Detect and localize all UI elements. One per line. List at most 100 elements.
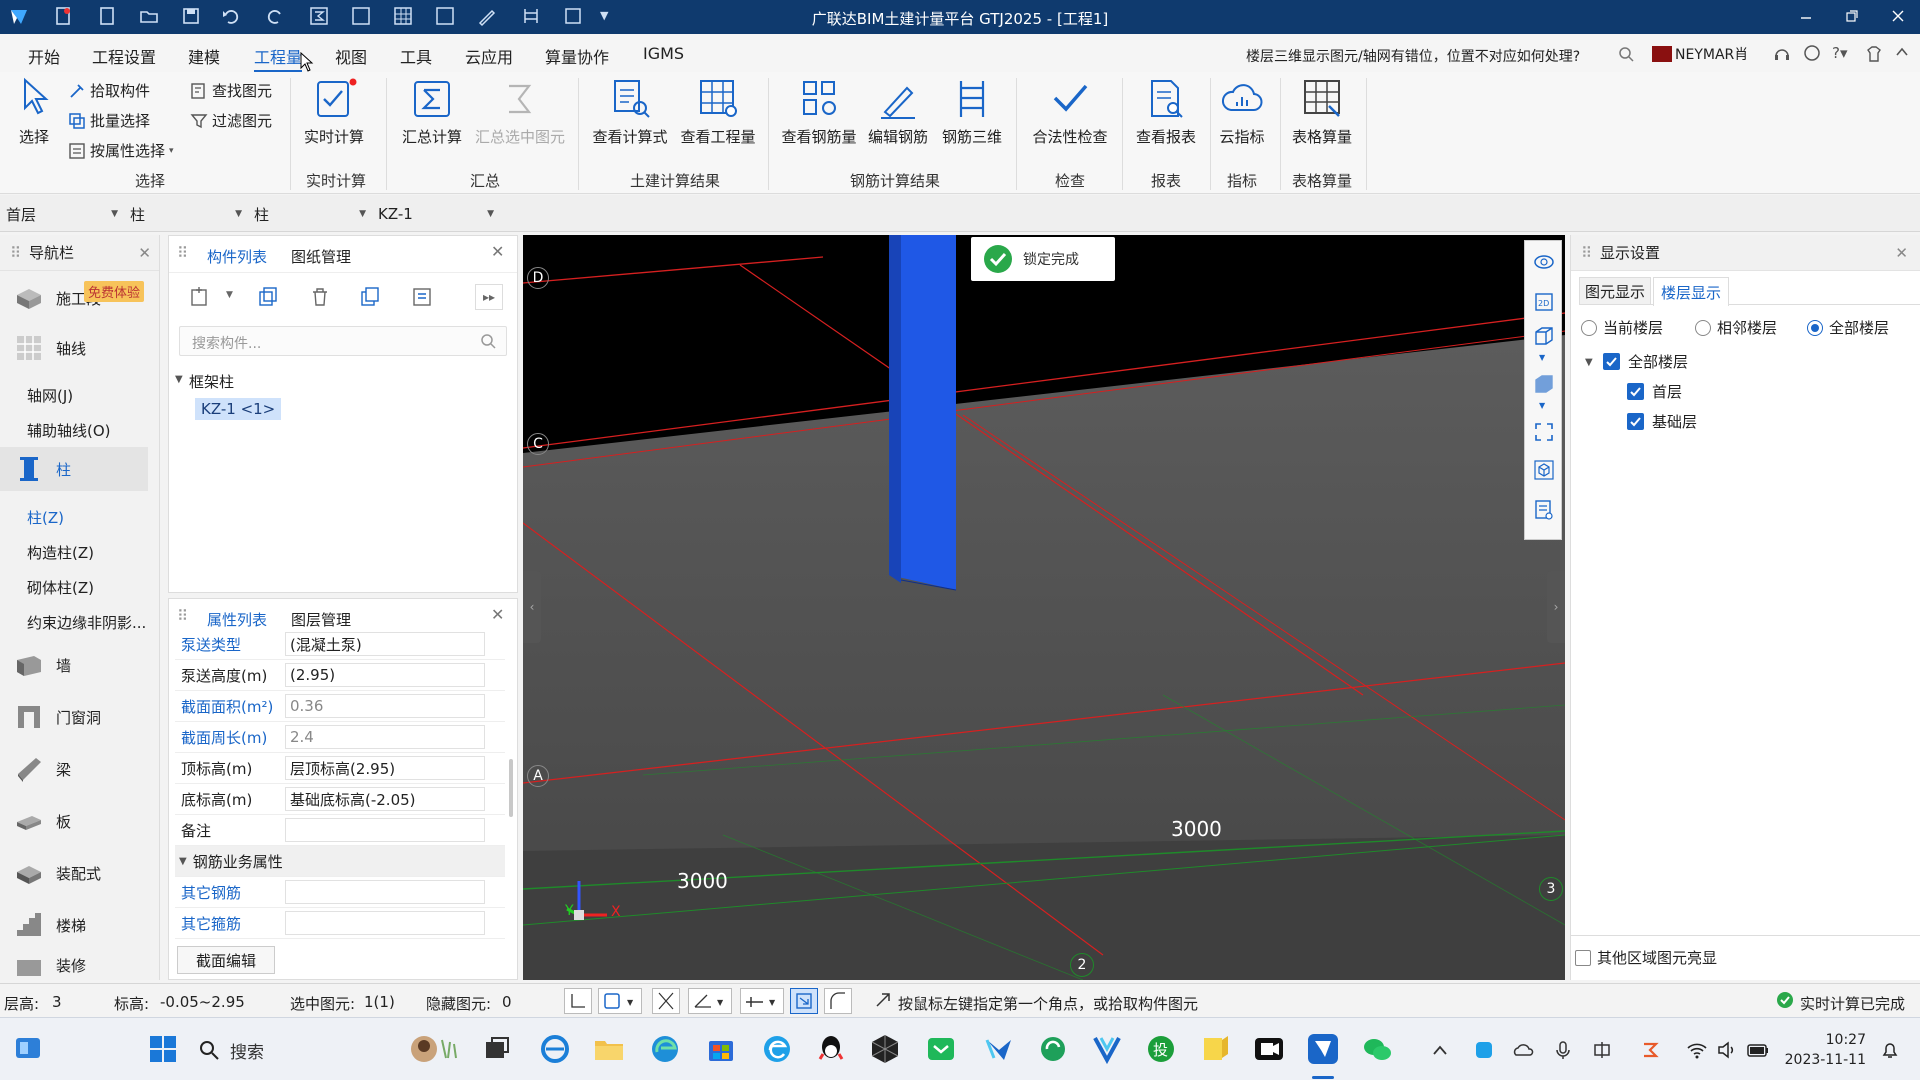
offset-snap-icon[interactable]: ▼ xyxy=(740,988,784,1014)
menu-igms[interactable]: IGMS xyxy=(643,44,684,63)
menu-view[interactable]: 视图 xyxy=(335,44,367,68)
cloud-index-button[interactable]: 云指标 xyxy=(1214,76,1270,147)
summary-calc-button[interactable]: 汇总计算 xyxy=(396,76,468,147)
edit-rebar-button[interactable]: 编辑钢筋 xyxy=(862,76,934,147)
property-row[interactable]: 其它钢筋 xyxy=(175,877,505,908)
checkbox-foundation-floor[interactable]: 基础层 xyxy=(1627,411,1697,432)
duplicate-layer-icon[interactable] xyxy=(359,286,381,308)
onedrive-icon[interactable] xyxy=(1512,1040,1534,1060)
property-row[interactable]: 截面周长(m) 2.4 xyxy=(175,722,505,753)
search-highlight-icon[interactable] xyxy=(406,1032,464,1066)
copy-component-icon[interactable] xyxy=(257,286,279,308)
tree-item-kz1[interactable]: KZ-1 <1> xyxy=(195,398,282,420)
radio-current-floor[interactable]: 当前楼层 xyxy=(1581,317,1663,338)
task-view-icon[interactable] xyxy=(480,1032,514,1066)
fit-view-icon[interactable] xyxy=(1533,421,1555,443)
menu-tools[interactable]: 工具 xyxy=(400,44,432,68)
snap-toggle-icon[interactable]: ▼ xyxy=(598,988,642,1014)
drag-handle-icon[interactable]: ⠿ xyxy=(177,244,188,262)
v-app-icon[interactable] xyxy=(1090,1032,1124,1066)
new-component-icon[interactable] xyxy=(189,286,211,308)
feishu-icon[interactable] xyxy=(982,1032,1016,1066)
tray-orange-app-icon[interactable] xyxy=(1640,1040,1660,1060)
edge-browser-icon[interactable] xyxy=(648,1032,682,1066)
angle-snap-icon[interactable]: ▼ xyxy=(688,988,732,1014)
view-3d-box-icon[interactable] xyxy=(1533,325,1555,347)
store-icon[interactable] xyxy=(704,1032,738,1066)
microphone-icon[interactable] xyxy=(1554,1040,1572,1060)
collapse-ribbon-icon[interactable] xyxy=(1894,44,1910,60)
select-by-property-button[interactable]: 按属性选择 ▾ xyxy=(68,140,174,161)
windows-start-icon[interactable] xyxy=(146,1032,180,1066)
property-section[interactable]: ▼ 钢筋业务属性 xyxy=(175,846,505,877)
summary-selected-button[interactable]: 汇总选中图元 xyxy=(470,76,570,147)
restore-icon[interactable] xyxy=(1842,6,1862,26)
checkbox-highlight-other-area[interactable]: 其他区域图元亮显 xyxy=(1575,947,1717,968)
table-quantity-button[interactable]: 表格算量 xyxy=(1284,76,1360,147)
tab-property-list[interactable]: 属性列表 xyxy=(207,609,267,630)
close-icon[interactable]: ✕ xyxy=(491,605,504,624)
close-window-icon[interactable] xyxy=(1888,6,1908,26)
delete-component-icon[interactable] xyxy=(309,286,331,308)
clock-time[interactable]: 10:27 xyxy=(1786,1032,1866,1048)
property-row[interactable]: 底标高(m) 基础底标高(-2.05) xyxy=(175,784,505,815)
view-formula-button[interactable]: 查看计算式 xyxy=(588,76,672,147)
component-select[interactable]: KZ-1 ▼ xyxy=(374,202,498,226)
skin-icon[interactable] xyxy=(1864,44,1884,64)
nav-item-prefab[interactable]: 装配式 xyxy=(0,851,148,895)
menu-modeling[interactable]: 建模 xyxy=(188,44,220,68)
ie-browser-icon[interactable] xyxy=(538,1032,572,1066)
menu-quantity[interactable]: 工程量 xyxy=(254,44,303,72)
notes-app-icon[interactable] xyxy=(1198,1032,1232,1066)
view-report-button[interactable]: 查看报表 xyxy=(1128,76,1204,147)
pick-component-button[interactable]: 拾取构件 xyxy=(68,80,150,101)
property-row[interactable]: 备注 xyxy=(175,815,505,846)
tab-layer-management[interactable]: 图层管理 xyxy=(291,609,351,630)
view-cube-icon[interactable] xyxy=(1533,459,1555,481)
validity-check-button[interactable]: 合法性检查 xyxy=(1026,76,1114,147)
chevron-down-icon[interactable]: ▼ xyxy=(1539,353,1545,362)
chevron-down-icon[interactable]: ▼ xyxy=(1539,401,1545,410)
menu-project-settings[interactable]: 工程设置 xyxy=(92,44,156,68)
gtj-app-icon[interactable] xyxy=(1306,1032,1340,1066)
nav-sub-boundary-member[interactable]: 约束边缘非阴影... xyxy=(27,612,146,633)
battery-icon[interactable] xyxy=(1746,1040,1770,1060)
nav-item-slab[interactable]: 板 xyxy=(0,799,148,843)
tab-element-display[interactable]: 图元显示 xyxy=(1579,277,1651,305)
gtj-investment-icon[interactable]: 投 xyxy=(1144,1032,1178,1066)
close-icon[interactable]: ✕ xyxy=(1895,244,1908,262)
qq-icon[interactable] xyxy=(814,1032,848,1066)
tray-expand-icon[interactable] xyxy=(1432,1044,1448,1056)
type-select[interactable]: 柱 ▼ xyxy=(250,202,370,226)
tray-app-icon[interactable] xyxy=(1474,1040,1494,1060)
dynamic-input-icon[interactable] xyxy=(790,988,818,1014)
nav-item-axis[interactable]: 轴线 xyxy=(0,327,148,369)
checkbox-first-floor[interactable]: 首层 xyxy=(1627,381,1682,402)
close-icon[interactable]: ✕ xyxy=(491,242,504,261)
orbit-icon[interactable] xyxy=(1533,251,1555,273)
minimize-icon[interactable] xyxy=(1796,6,1816,26)
tab-floor-display[interactable]: 楼层显示 xyxy=(1653,277,1729,306)
menu-collaboration[interactable]: 算量协作 xyxy=(545,44,609,68)
drag-handle-icon[interactable]: ⠿ xyxy=(1581,244,1592,262)
nav-sub-constructional-column[interactable]: 构造柱(Z) xyxy=(27,542,94,563)
free-trial-badge[interactable]: 免费体验 xyxy=(84,281,145,302)
close-icon[interactable]: ✕ xyxy=(138,244,151,262)
tree-expand-icon[interactable]: ▼ xyxy=(1585,357,1593,368)
view-quantity-button[interactable]: 查看工程量 xyxy=(676,76,760,147)
wifi-icon[interactable] xyxy=(1686,1040,1708,1060)
batch-select-button[interactable]: 批量选择 xyxy=(68,110,150,131)
drag-handle-icon[interactable]: ⠿ xyxy=(10,244,21,262)
realtime-calc-button[interactable]: 实时计算 xyxy=(298,76,370,147)
help-question-link[interactable]: 楼层三维显示图元/轴网有错位，位置不对应如何处理? xyxy=(1246,46,1580,66)
message-icon[interactable] xyxy=(1802,44,1822,64)
select-button[interactable]: 选择 xyxy=(14,76,54,147)
nav-item-door-window[interactable]: 门窗洞 xyxy=(0,695,148,739)
edge-legacy-icon[interactable] xyxy=(760,1032,794,1066)
find-element-button[interactable]: 查找图元 xyxy=(190,80,272,101)
nav-item-column[interactable]: 柱 xyxy=(0,447,148,491)
clock-date[interactable]: 2023-11-11 xyxy=(1780,1052,1866,1068)
section-edit-button[interactable]: 截面编辑 xyxy=(177,946,275,974)
file-explorer-icon[interactable] xyxy=(592,1032,626,1066)
ortho-toggle-icon[interactable] xyxy=(564,988,592,1014)
